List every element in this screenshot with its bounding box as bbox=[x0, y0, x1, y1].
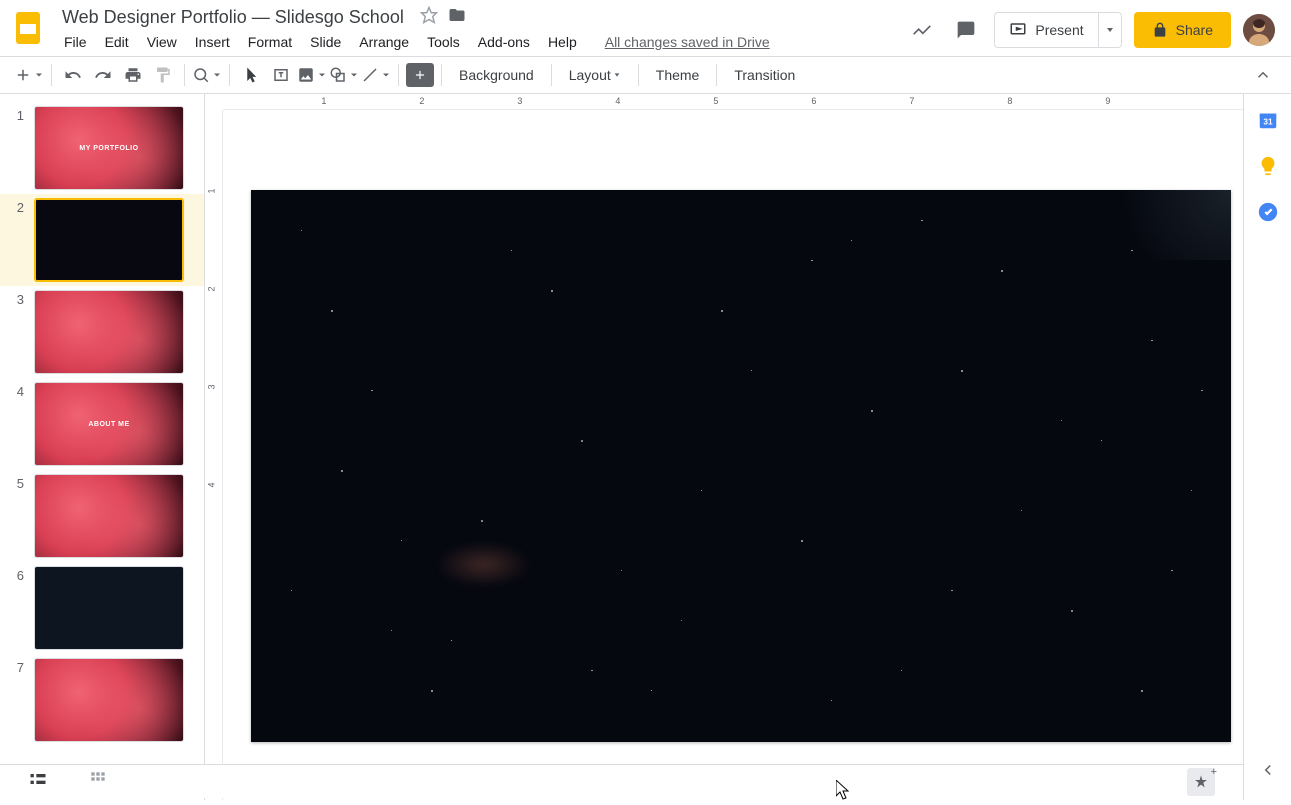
print-button[interactable] bbox=[119, 61, 147, 89]
new-slide-button[interactable] bbox=[14, 61, 44, 89]
menu-slide[interactable]: Slide bbox=[302, 30, 349, 54]
menu-help[interactable]: Help bbox=[540, 30, 585, 54]
slide-thumb-row[interactable]: 7 bbox=[0, 654, 204, 746]
slide-thumbnail[interactable] bbox=[34, 474, 184, 558]
menu-format[interactable]: Format bbox=[240, 30, 300, 54]
layout-button[interactable]: Layout bbox=[559, 61, 631, 89]
document-title[interactable]: Web Designer Portfolio — Slidesgo School bbox=[56, 5, 410, 30]
toolbar: Background Layout Theme Transition bbox=[0, 56, 1291, 94]
present-dropdown[interactable] bbox=[1098, 13, 1121, 47]
horizontal-ruler[interactable]: 123456789 bbox=[223, 94, 1243, 110]
text-box-button[interactable] bbox=[267, 61, 295, 89]
tasks-icon[interactable] bbox=[1256, 200, 1280, 224]
grid-view-icon[interactable] bbox=[88, 769, 108, 794]
zoom-button[interactable] bbox=[192, 61, 222, 89]
slide-number: 7 bbox=[12, 660, 24, 675]
slide-thumb-row[interactable]: 3 bbox=[0, 286, 204, 378]
slide-thumbnail[interactable] bbox=[34, 290, 184, 374]
collapse-toolbar-icon[interactable] bbox=[1249, 61, 1277, 89]
present-label: Present bbox=[1035, 22, 1083, 38]
theme-button[interactable]: Theme bbox=[646, 61, 710, 89]
slide-thumbnail[interactable] bbox=[34, 566, 184, 650]
slide-number: 3 bbox=[12, 292, 24, 307]
insert-comment-button[interactable] bbox=[406, 63, 434, 87]
footer-bar bbox=[0, 764, 1243, 798]
calendar-icon[interactable]: 31 bbox=[1256, 108, 1280, 132]
slide-number: 2 bbox=[12, 200, 24, 215]
slide-thumbnail[interactable]: ABOUT ME bbox=[34, 382, 184, 466]
menu-tools[interactable]: Tools bbox=[419, 30, 468, 54]
filmstrip-view-icon[interactable] bbox=[28, 769, 48, 794]
shape-button[interactable] bbox=[329, 61, 359, 89]
vertical-ruler[interactable]: 1234 bbox=[205, 110, 223, 800]
menu-edit[interactable]: Edit bbox=[97, 30, 137, 54]
menu-insert[interactable]: Insert bbox=[187, 30, 238, 54]
main-area: 1 MY PORTFOLIO 2 3 4 ABOUT ME 5 6 7 123456789 12… bbox=[0, 94, 1291, 800]
present-button[interactable]: Present bbox=[994, 12, 1121, 48]
slide-number: 1 bbox=[12, 108, 24, 123]
user-avatar[interactable] bbox=[1243, 14, 1275, 46]
header-actions: Present Share bbox=[906, 12, 1275, 48]
canvas-area: 123456789 1234 bbox=[205, 94, 1243, 800]
slide-number: 5 bbox=[12, 476, 24, 491]
slide-thumb-row[interactable]: 2 bbox=[0, 194, 204, 286]
insert-image-button[interactable] bbox=[297, 61, 327, 89]
menu-bar: File Edit View Insert Format Slide Arran… bbox=[56, 30, 906, 54]
slide-canvas[interactable] bbox=[223, 110, 1243, 800]
slide-thumb-row[interactable]: 1 MY PORTFOLIO bbox=[0, 102, 204, 194]
title-area: Web Designer Portfolio — Slidesgo School… bbox=[56, 6, 906, 54]
menu-view[interactable]: View bbox=[139, 30, 185, 54]
comments-icon[interactable] bbox=[950, 14, 982, 46]
undo-button[interactable] bbox=[59, 61, 87, 89]
explore-button[interactable] bbox=[1187, 768, 1215, 796]
slide-thumbnail[interactable] bbox=[34, 658, 184, 742]
slide-thumb-row[interactable]: 6 bbox=[0, 562, 204, 654]
slide-number: 4 bbox=[12, 384, 24, 399]
app-header: Web Designer Portfolio — Slidesgo School… bbox=[0, 0, 1291, 56]
star-icon[interactable] bbox=[420, 6, 438, 29]
side-panel: 31 bbox=[1243, 94, 1291, 800]
slide-number: 6 bbox=[12, 568, 24, 583]
slide-thumb-row[interactable]: 4 ABOUT ME bbox=[0, 378, 204, 470]
paint-format-button bbox=[149, 61, 177, 89]
line-button[interactable] bbox=[361, 61, 391, 89]
share-button[interactable]: Share bbox=[1134, 12, 1231, 48]
slide-filmstrip[interactable]: 1 MY PORTFOLIO 2 3 4 ABOUT ME 5 6 7 bbox=[0, 94, 205, 800]
transition-button[interactable]: Transition bbox=[724, 61, 805, 89]
save-status[interactable]: All changes saved in Drive bbox=[605, 34, 770, 50]
slide-thumbnail[interactable]: MY PORTFOLIO bbox=[34, 106, 184, 190]
menu-file[interactable]: File bbox=[56, 30, 95, 54]
slides-logo[interactable] bbox=[8, 8, 48, 48]
folder-icon[interactable] bbox=[448, 6, 466, 29]
share-label: Share bbox=[1176, 22, 1213, 38]
svg-text:31: 31 bbox=[1263, 118, 1273, 127]
menu-arrange[interactable]: Arrange bbox=[351, 30, 417, 54]
background-button[interactable]: Background bbox=[449, 61, 544, 89]
current-slide[interactable] bbox=[251, 190, 1231, 742]
select-tool[interactable] bbox=[237, 61, 265, 89]
keep-icon[interactable] bbox=[1256, 154, 1280, 178]
menu-addons[interactable]: Add-ons bbox=[470, 30, 538, 54]
activity-icon[interactable] bbox=[906, 14, 938, 46]
redo-button[interactable] bbox=[89, 61, 117, 89]
slide-thumbnail[interactable] bbox=[34, 198, 184, 282]
expand-panel-icon[interactable] bbox=[1259, 761, 1277, 784]
slide-thumb-row[interactable]: 5 bbox=[0, 470, 204, 562]
